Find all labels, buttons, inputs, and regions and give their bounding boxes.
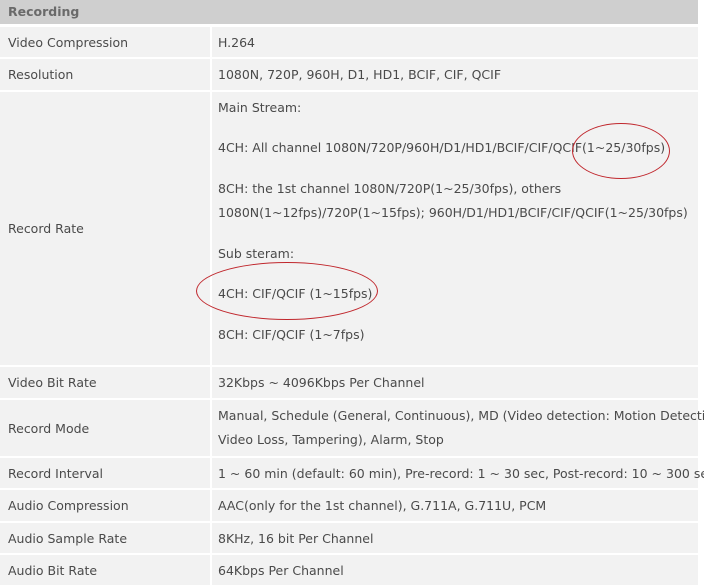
row-label: Record Interval xyxy=(0,458,210,488)
main-stream-title: Main Stream: xyxy=(218,100,302,115)
main-stream-8ch-line2: 1080N(1~12fps)/720P(1~15fps); 960H/D1/HD… xyxy=(218,205,688,220)
row-label: Audio Sample Rate xyxy=(0,523,210,553)
row-label: Record Mode xyxy=(0,400,210,456)
table-row: Audio Bit Rate 64Kbps Per Channel xyxy=(0,555,698,585)
sub-stream-4ch: 4CH: CIF/QCIF (1~15fps) xyxy=(218,286,373,301)
row-label: Video Compression xyxy=(0,27,210,57)
row-value: 32Kbps ~ 4096Kbps Per Channel xyxy=(212,367,698,398)
spec-table: Recording Video Compression H.264 Resolu… xyxy=(0,0,704,585)
row-value-record-rate: Main Stream: 4CH: All channel 1080N/720P… xyxy=(212,92,698,365)
table-row: Video Bit Rate 32Kbps ~ 4096Kbps Per Cha… xyxy=(0,367,698,398)
sub-stream-title: Sub steram: xyxy=(218,246,295,261)
section-header: Recording xyxy=(0,0,698,24)
record-mode-line1: Manual, Schedule (General, Continuous), … xyxy=(218,408,704,423)
row-label: Audio Compression xyxy=(0,490,210,521)
table-row: Record Mode Manual, Schedule (General, C… xyxy=(0,400,704,456)
row-value: H.264 xyxy=(212,27,698,57)
table-row: Resolution 1080N, 720P, 960H, D1, HD1, B… xyxy=(0,59,698,90)
row-value: 8KHz, 16 bit Per Channel xyxy=(212,523,698,553)
table-row: Video Compression H.264 xyxy=(0,27,698,57)
record-mode-line2: Video Loss, Tampering), Alarm, Stop xyxy=(218,432,444,447)
main-stream-4ch: 4CH: All channel 1080N/720P/960H/D1/HD1/… xyxy=(218,140,666,155)
row-value: 64Kbps Per Channel xyxy=(212,555,698,585)
row-value: Manual, Schedule (General, Continuous), … xyxy=(212,400,704,456)
table-row: Audio Compression AAC(only for the 1st c… xyxy=(0,490,698,521)
table-row-record-rate: Record Rate Main Stream: 4CH: All channe… xyxy=(0,92,698,365)
row-value: AAC(only for the 1st channel), G.711A, G… xyxy=(212,490,698,521)
row-label: Record Rate xyxy=(0,92,210,365)
row-label: Audio Bit Rate xyxy=(0,555,210,585)
table-row: Record Interval 1 ~ 60 min (default: 60 … xyxy=(0,458,704,488)
row-value: 1 ~ 60 min (default: 60 min), Pre-record… xyxy=(212,458,704,488)
main-stream-8ch-line1: 8CH: the 1st channel 1080N/720P(1~25/30f… xyxy=(218,181,562,196)
row-label: Resolution xyxy=(0,59,210,90)
table-row: Audio Sample Rate 8KHz, 16 bit Per Chann… xyxy=(0,523,698,553)
row-label: Video Bit Rate xyxy=(0,367,210,398)
row-value: 1080N, 720P, 960H, D1, HD1, BCIF, CIF, Q… xyxy=(212,59,698,90)
sub-stream-8ch: 8CH: CIF/QCIF (1~7fps) xyxy=(218,327,365,342)
